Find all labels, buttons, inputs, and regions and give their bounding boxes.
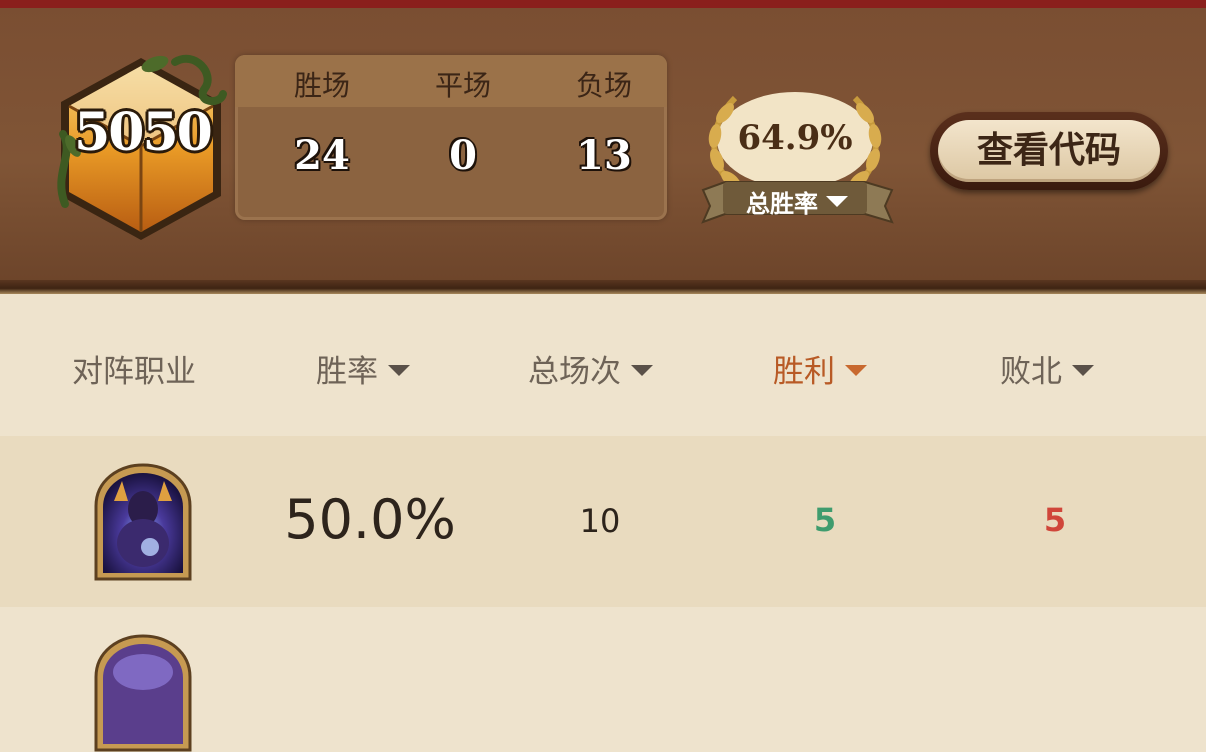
class-portrait-icon bbox=[94, 634, 192, 752]
column-label: 胜利 bbox=[773, 354, 835, 390]
wins-label: 胜场 bbox=[293, 69, 350, 102]
column-label: 总场次 bbox=[528, 354, 621, 390]
overall-win-rate-badge[interactable]: 64.9% 总胜率 bbox=[695, 78, 900, 233]
column-header-total-games[interactable]: 总场次 bbox=[528, 346, 653, 391]
column-header-win-rate[interactable]: 胜率 bbox=[316, 346, 410, 391]
sort-caret-icon bbox=[631, 365, 653, 376]
column-label: 败北 bbox=[1000, 354, 1062, 390]
overall-win-rate-value: 64.9% bbox=[737, 118, 853, 158]
row-total-games: 10 bbox=[579, 502, 621, 540]
warlock-portrait-icon bbox=[94, 463, 192, 581]
column-header-opponent-class: 对阵职业 bbox=[72, 346, 196, 391]
losses-count: 13 bbox=[576, 132, 632, 179]
header-top-border bbox=[0, 0, 1206, 8]
draws-count: 0 bbox=[449, 132, 477, 179]
stats-header: 5050 胜场 平场 负场 24 0 13 64.9% 总胜率 查看代码 bbox=[0, 0, 1206, 294]
losses-label: 负场 bbox=[575, 69, 632, 102]
header-bottom-border bbox=[0, 280, 1206, 294]
rank-value: 5050 bbox=[74, 102, 213, 163]
wins-count: 24 bbox=[294, 132, 350, 179]
sort-caret-icon bbox=[1072, 365, 1094, 376]
column-label: 胜率 bbox=[316, 354, 378, 390]
column-label: 对阵职业 bbox=[72, 354, 196, 390]
chevron-down-icon bbox=[826, 196, 848, 207]
row-win-rate: 50.0% bbox=[284, 488, 456, 551]
draws-label: 平场 bbox=[434, 69, 491, 102]
overall-win-rate-label: 总胜率 bbox=[746, 190, 818, 218]
sort-caret-icon bbox=[388, 365, 410, 376]
rank-emblem: 5050 bbox=[35, 42, 250, 247]
overall-win-rate-dropdown[interactable]: 总胜率 bbox=[717, 184, 877, 219]
column-header-wins[interactable]: 胜利 bbox=[773, 346, 867, 391]
sort-caret-icon bbox=[845, 365, 867, 376]
column-header-losses[interactable]: 败北 bbox=[1000, 346, 1094, 391]
row-wins: 5 bbox=[813, 501, 837, 539]
row-losses: 5 bbox=[1043, 501, 1067, 539]
view-code-label: 查看代码 bbox=[938, 120, 1160, 182]
view-code-button[interactable]: 查看代码 bbox=[930, 112, 1168, 190]
